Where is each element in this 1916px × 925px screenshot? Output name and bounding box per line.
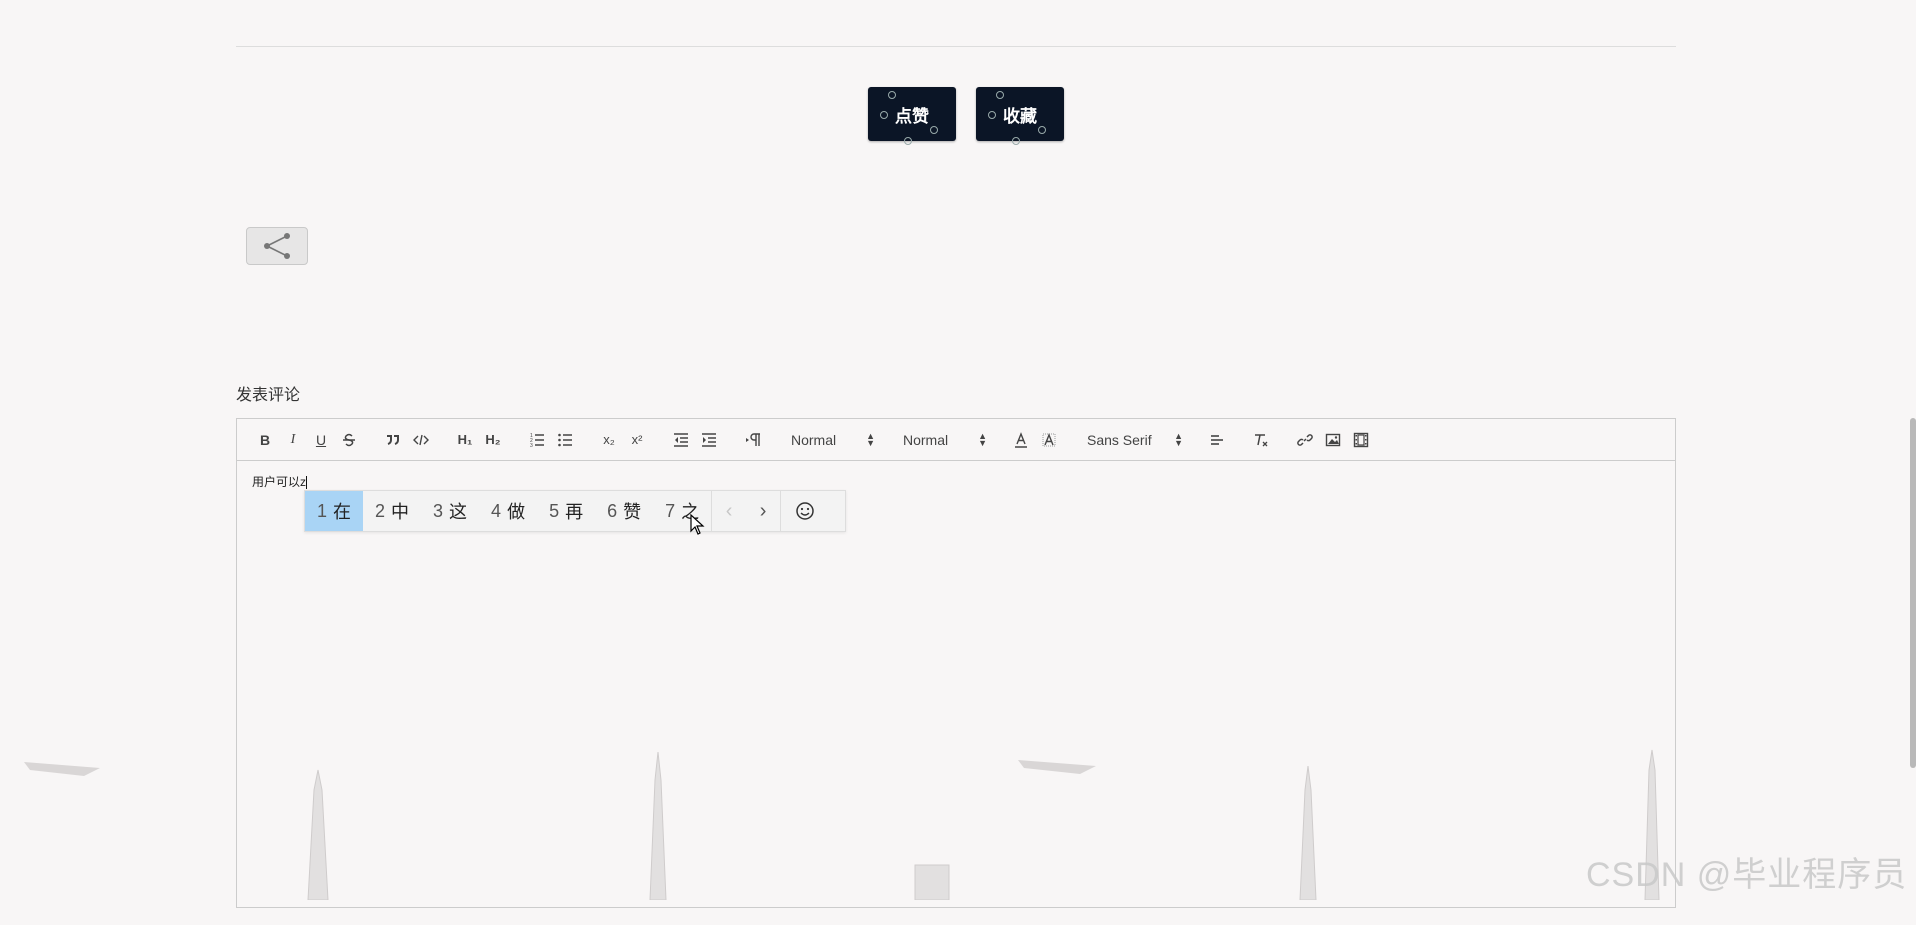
select-arrows-icon: ▲ ▼ [1174,430,1183,448]
decor-dot [988,111,996,119]
candidate-number: 4 [491,500,502,521]
h1-button[interactable]: H₁ [451,428,479,452]
ime-candidate[interactable]: 5再 [537,491,595,531]
watermark: CSDN @毕业程序员 [1586,856,1908,894]
share-icon [264,233,290,259]
highlight-icon [1042,432,1056,446]
decor-dot [888,91,896,99]
editor-toolbar: B I U H₁ H₂ 123 x₂ x² Normal ▲ ▼ Normal … [237,419,1675,461]
strike-button[interactable] [335,428,363,452]
smiley-icon [796,502,814,520]
strikethrough-icon [343,433,355,446]
header-select[interactable]: Normal ▲ ▼ [783,428,883,452]
page-scrollbar[interactable] [1910,0,1916,900]
align-left-icon [1211,434,1223,445]
size-select[interactable]: Normal ▲ ▼ [895,428,995,452]
video-button[interactable] [1347,428,1375,452]
font-select-value: Sans Serif [1087,431,1152,448]
link-button[interactable] [1291,428,1319,452]
ime-prev-page-button[interactable]: ‹ [712,491,746,531]
candidate-char: 再 [565,502,584,522]
ordered-list-button[interactable]: 123 [523,428,551,452]
underline-button[interactable]: U [307,428,335,452]
superscript-button[interactable]: x² [623,428,651,452]
like-button[interactable]: 点赞 [868,87,956,145]
decor-dot [880,111,888,119]
candidate-char: 赞 [623,502,642,522]
select-arrows-icon: ▲ ▼ [978,430,987,448]
candidate-number: 7 [665,500,676,521]
ime-candidate[interactable]: 4做 [479,491,537,531]
candidate-char: 这 [449,502,468,522]
clear-format-icon [1255,433,1268,446]
size-select-value: Normal [903,431,949,448]
subscript-button[interactable]: x₂ [595,428,623,452]
background-color-button[interactable] [1035,428,1063,452]
rtl-icon [746,432,760,446]
text-direction-button[interactable] [739,428,767,452]
scrollbar-thumb[interactable] [1910,418,1916,768]
candidate-number: 1 [317,500,328,521]
favorite-label: 收藏 [1003,106,1037,126]
ime-emoji-button[interactable] [781,491,829,531]
mouse-pointer-icon [690,514,705,535]
quote-icon [387,434,399,445]
ime-candidate[interactable]: 3这 [421,491,479,531]
candidate-number: 6 [607,500,618,521]
code-block-button[interactable] [407,428,435,452]
h2-button[interactable]: H₂ [479,428,507,452]
candidate-char: 在 [333,502,352,522]
decor-dot [930,126,938,134]
blockquote-button[interactable] [379,428,407,452]
ime-next-page-button[interactable]: › [746,491,780,531]
code-icon [413,434,429,445]
text-color-button[interactable] [1007,428,1035,452]
ordered-list-icon: 123 [530,433,544,448]
candidate-number: 2 [375,500,386,521]
ime-candidate[interactable]: 1在 [305,491,364,531]
candidate-char: 做 [507,502,526,522]
decor-dot [1012,137,1020,145]
svg-text:3: 3 [530,443,533,448]
header-select-value: Normal [791,431,837,448]
ime-candidate[interactable]: 6赞 [595,491,653,531]
select-arrows-icon: ▲ ▼ [866,430,875,448]
indent-icon [702,432,716,447]
favorite-button[interactable]: 收藏 [976,87,1064,145]
ime-candidate-bar: 1在 2中 3这 4做 5再 6赞 7之 ‹ › [304,490,846,532]
like-label: 点赞 [895,106,929,126]
outdent-icon [674,432,688,447]
image-icon [1325,433,1341,446]
comment-title: 发表评论 [236,387,301,404]
align-button[interactable] [1203,428,1231,452]
decor-dot [996,91,1004,99]
bullet-list-icon [558,433,572,446]
indent-button[interactable] [695,428,723,452]
bold-button[interactable]: B [251,428,279,452]
text-color-icon [1015,431,1027,448]
decor-dot [1038,126,1046,134]
share-button[interactable] [246,227,308,265]
top-divider [236,46,1676,47]
text-caret [306,476,308,490]
editor-text: 用户可以z [252,475,307,489]
clear-format-button[interactable] [1247,428,1275,452]
decor-dot [904,137,912,145]
outdent-button[interactable] [667,428,695,452]
candidate-number: 3 [433,500,444,521]
candidate-char: 中 [391,502,410,522]
image-button[interactable] [1319,428,1347,452]
link-icon [1297,433,1313,446]
ime-candidate[interactable]: 2中 [363,491,421,531]
candidate-number: 5 [549,500,560,521]
font-select[interactable]: Sans Serif ▲ ▼ [1079,428,1191,452]
video-icon [1353,432,1369,447]
italic-button[interactable]: I [279,428,307,452]
bullet-list-button[interactable] [551,428,579,452]
